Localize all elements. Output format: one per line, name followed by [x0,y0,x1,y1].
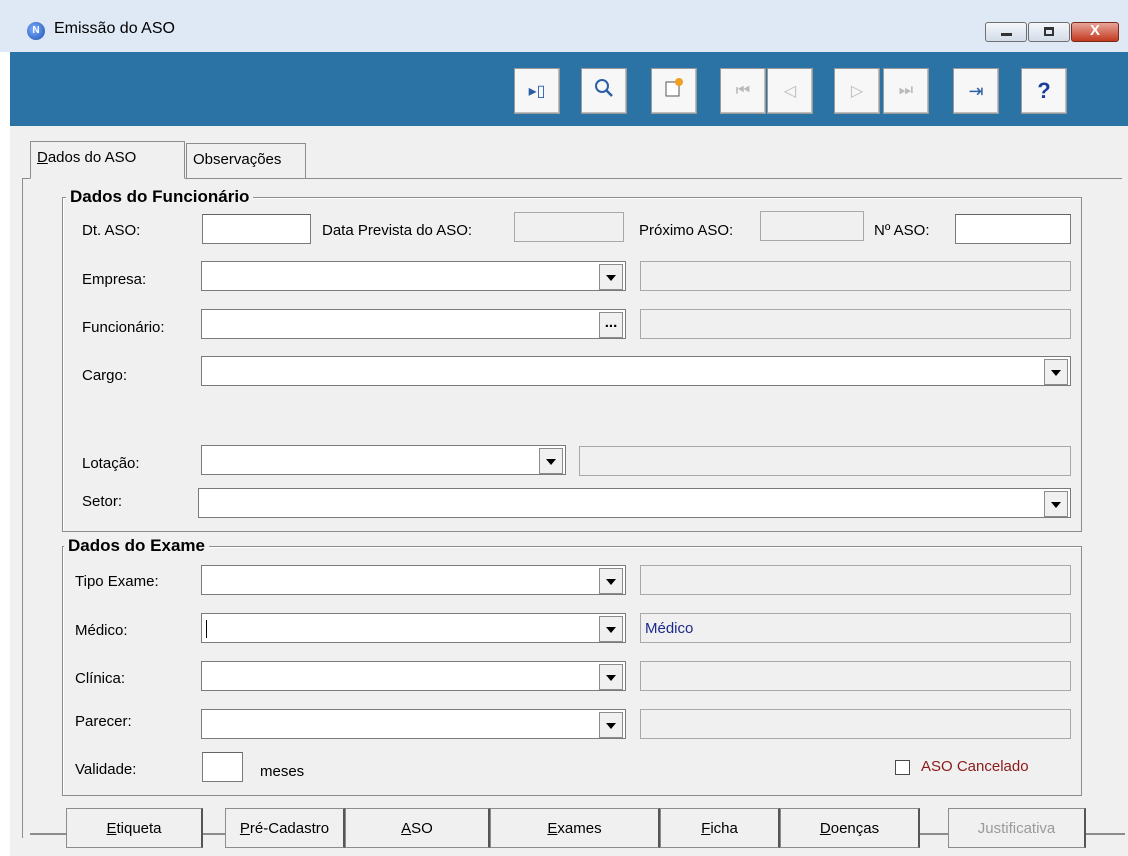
chevron-down-icon[interactable] [599,664,623,690]
aso-cancelado-checkbox[interactable] [895,760,910,775]
window-title: Emissão do ASO [54,20,175,37]
empresa-combo[interactable] [201,261,626,291]
accel-e: E [106,820,117,837]
exit-icon: ⇥ [968,80,984,101]
accel-f: F [701,820,711,837]
funcionario-lookup[interactable] [201,309,626,339]
aso-label: SO [411,820,433,837]
label-funcionario: Funcionário: [82,319,165,336]
first-record-icon: ⏮ [735,82,751,99]
etiqueta-button[interactable]: Etiqueta [66,808,203,848]
minimize-button[interactable] [985,22,1027,42]
last-record-icon: ⏭ [898,82,914,99]
medico-combo[interactable] [201,613,626,643]
clinica-combo[interactable] [201,661,626,691]
first-record-button[interactable]: ⏮ [720,68,766,114]
group-title-exame: Dados do Exame [64,536,209,556]
chevron-down-icon[interactable] [599,264,623,290]
label-aso-cancelado: ASO Cancelado [921,758,1029,775]
funcionario-description [640,309,1071,339]
tab-label: ados do ASO [47,149,137,166]
last-record-button[interactable]: ⏭ [883,68,929,114]
doencas-button[interactable]: Doenças [780,808,920,848]
medico-description: Médico [640,613,1071,643]
lotacao-description [579,446,1071,476]
text-cursor [206,620,207,638]
chevron-down-icon[interactable] [1044,359,1068,385]
app-icon: N [27,22,45,40]
prior-record-icon: ◁ [783,83,797,100]
search-button[interactable] [581,68,627,114]
parecer-description [640,709,1071,739]
label-proximo-aso: Próximo ASO: [639,222,734,239]
aso-button[interactable]: ASO [345,808,490,848]
tipo-exame-combo[interactable] [201,565,626,595]
chevron-down-icon[interactable] [1044,491,1068,517]
tab-observacoes[interactable]: Observações [186,143,306,178]
tab-label-underline: D [37,149,48,166]
chevron-down-icon[interactable] [599,616,623,642]
proximo-aso-field [760,211,864,241]
insert-record-icon: ▸▯ [528,83,546,100]
dt-aso-input[interactable] [202,214,311,244]
ficha-label: icha [710,820,738,837]
tab-dados-do-aso[interactable]: Dados do ASO [30,141,185,179]
setor-combo[interactable] [198,488,1071,518]
etiqueta-label: tiqueta [116,820,162,837]
validade-input[interactable] [202,752,243,782]
justificativa-button[interactable]: Justificativa [948,808,1086,848]
accel-e: E [547,820,558,837]
help-icon: ? [1037,78,1051,103]
maximize-button[interactable] [1028,22,1070,42]
label-validade: Validade: [75,761,137,778]
label-cargo: Cargo: [82,367,128,384]
edit-record-button[interactable] [651,68,697,114]
ficha-button[interactable]: Ficha [660,808,780,848]
accel-d: D [819,820,831,837]
help-button[interactable]: ? [1021,68,1067,114]
label-parecer: Parecer: [75,713,132,730]
search-icon [593,77,615,105]
exit-button[interactable]: ⇥ [953,68,999,114]
label-meses: meses [260,763,305,780]
numero-aso-input[interactable] [955,214,1071,244]
prior-record-button[interactable]: ◁ [767,68,813,114]
exames-label: xames [557,820,602,837]
label-medico: Médico: [75,622,128,639]
data-prevista-field [514,212,624,242]
pre-cadastro-button[interactable]: Pré-Cadastro [225,808,345,848]
group-title-funcionario: Dados do Funcionário [66,187,254,207]
chevron-down-icon[interactable] [539,448,563,474]
empresa-description [640,261,1071,291]
tipo-exame-description [640,565,1071,595]
label-dt-aso: Dt. ASO: [82,222,141,239]
accel-a: A [401,820,412,837]
accel-p: P [239,820,250,837]
chevron-down-icon[interactable] [599,568,623,594]
label-tipo-exame: Tipo Exame: [75,573,159,590]
label-numero-aso: Nº ASO: [874,222,930,239]
close-button[interactable]: X [1071,22,1119,42]
pre-cadastro-label: ré-Cadastro [249,820,330,837]
doencas-label: oenças [830,820,880,837]
cargo-combo[interactable] [201,356,1071,386]
insert-record-button[interactable]: ▸▯ [514,68,560,114]
label-data-prevista: Data Prevista do ASO: [322,222,473,239]
exames-button[interactable]: Exames [490,808,660,848]
label-lotacao: Lotação: [82,455,140,472]
label-setor: Setor: [82,493,123,510]
parecer-combo[interactable] [201,709,626,739]
lotacao-combo[interactable] [201,445,566,475]
label-clinica: Clínica: [75,670,126,687]
clinica-description [640,661,1071,691]
label-empresa: Empresa: [82,271,147,288]
next-record-icon: ▷ [850,83,864,100]
next-record-button[interactable]: ▷ [834,68,880,114]
chevron-down-icon[interactable] [599,712,623,738]
edit-record-icon [663,77,685,105]
ellipsis-icon[interactable] [599,312,623,338]
close-icon: X [1089,22,1100,39]
justificativa-label: Justificativa [977,820,1056,837]
